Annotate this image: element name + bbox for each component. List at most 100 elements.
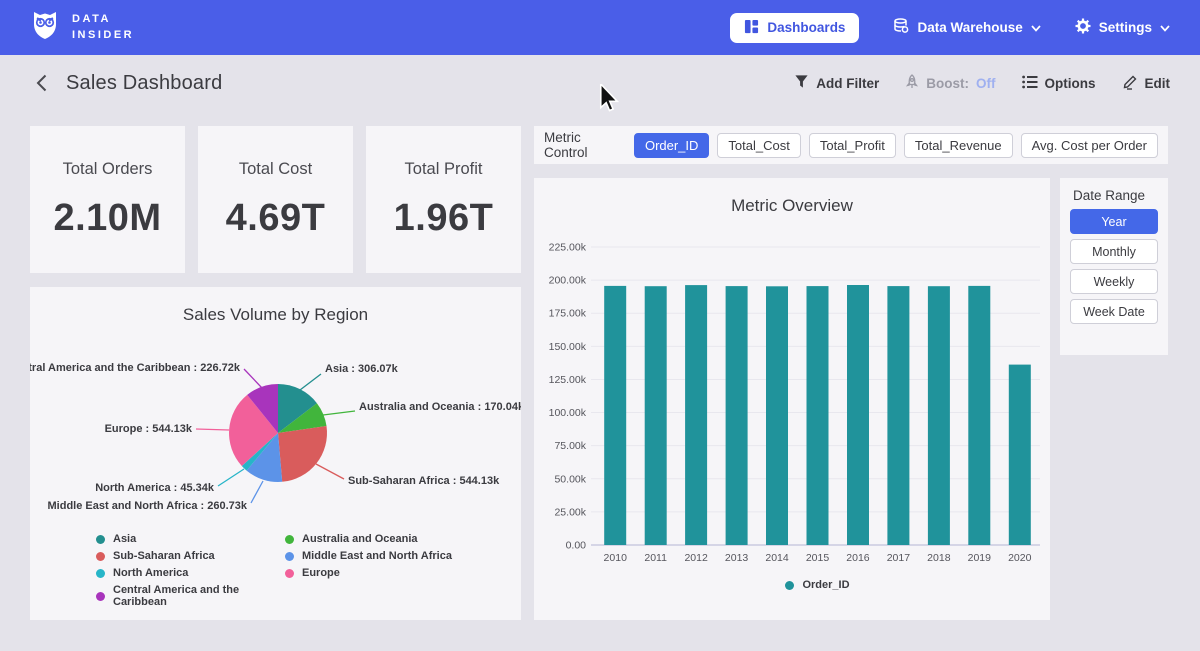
legend-dot	[285, 535, 294, 544]
date-range-monthly[interactable]: Monthly	[1070, 239, 1158, 264]
pie-slice-sub-saharan-africa[interactable]	[278, 426, 327, 482]
pie-label: Europe : 544.13k	[105, 423, 193, 435]
x-axis-tick: 2019	[968, 552, 992, 564]
x-axis-tick: 2014	[765, 552, 789, 564]
pie-callout-line	[300, 374, 321, 390]
date-range-weekly[interactable]: Weekly	[1070, 269, 1158, 294]
data-warehouse-menu[interactable]: Data Warehouse	[893, 18, 1040, 37]
legend-dot	[96, 592, 105, 601]
top-navbar: DATA INSIDER Dashboards	[0, 0, 1200, 55]
legend-item-sub-saharan-africa[interactable]: Sub-Saharan Africa	[96, 550, 285, 562]
boost-toggle[interactable]: Boost: Off	[905, 74, 995, 93]
bar-chart-legend: Order_ID	[595, 579, 1040, 591]
add-filter-button[interactable]: Add Filter	[794, 74, 879, 92]
page-header: Sales Dashboard Add Filter Boost: Off	[0, 55, 1200, 111]
legend-item-middle-east-and-north-africa[interactable]: Middle East and North Africa	[285, 550, 452, 562]
kpi-label: Total Profit	[405, 160, 483, 179]
y-axis-tick: 25.00k	[554, 506, 586, 518]
date-range-year[interactable]: Year	[1070, 209, 1158, 234]
metric-options: Order_ID Total_Cost Total_Profit Total_Reve…	[634, 133, 1158, 158]
legend-label: Australia and Oceania	[302, 533, 418, 545]
metric-option-total_cost[interactable]: Total_Cost	[717, 133, 800, 158]
y-axis-tick: 50.00k	[554, 473, 586, 485]
date-range-week-date[interactable]: Week Date	[1070, 299, 1158, 324]
y-axis-tick: 200.00k	[549, 275, 587, 287]
legend-item-central-america-and-the-caribbean[interactable]: Central America and the Caribbean	[96, 584, 285, 608]
y-axis-tick: 0.00	[566, 540, 587, 552]
boost-state: Off	[976, 76, 996, 91]
back-button[interactable]	[30, 72, 52, 94]
bar-chart[interactable]: 225.00k200.00k175.00k150.00k125.00k100.0…	[534, 178, 1050, 620]
kpi-card-total-orders: Total Orders2.10M	[30, 126, 185, 273]
date-range-options: Year Monthly Weekly Week Date	[1070, 209, 1158, 324]
metric-option-total_revenue[interactable]: Total_Revenue	[904, 133, 1013, 158]
bar-2017[interactable]	[887, 286, 909, 545]
date-range-panel: Date Range YearMonthlyWeeklyWeek Date	[1060, 178, 1168, 355]
options-button[interactable]: Options	[1022, 75, 1096, 92]
settings-label: Settings	[1099, 20, 1152, 35]
pie-callout-line	[196, 429, 229, 430]
pie-legend: Asia Australia and Oceania Sub-Saharan Afr…	[96, 533, 452, 608]
bar-2019[interactable]	[968, 286, 990, 545]
database-icon	[893, 18, 909, 37]
bar-2011[interactable]	[645, 286, 667, 545]
page-title: Sales Dashboard	[66, 72, 222, 95]
gear-icon	[1075, 18, 1091, 37]
x-axis-tick: 2020	[1008, 552, 1032, 564]
legend-label: Order_ID	[802, 579, 849, 591]
legend-item-australia-and-oceania[interactable]: Australia and Oceania	[285, 533, 452, 545]
legend-dot	[96, 552, 105, 561]
pie-label: Central America and the Caribbean : 226.…	[30, 362, 241, 374]
x-axis-tick: 2016	[846, 552, 870, 564]
legend-dot	[96, 569, 105, 578]
legend-item-europe[interactable]: Europe	[285, 567, 452, 579]
pencil-icon	[1122, 74, 1138, 93]
bar-2016[interactable]	[847, 285, 869, 545]
bar-2018[interactable]	[928, 286, 950, 545]
metric-option-total_profit[interactable]: Total_Profit	[809, 133, 896, 158]
legend-item-north-america[interactable]: North America	[96, 567, 285, 579]
legend-label: Europe	[302, 567, 340, 579]
legend-label: Sub-Saharan Africa	[113, 550, 215, 562]
dashboards-button[interactable]: Dashboards	[730, 13, 859, 43]
edit-button[interactable]: Edit	[1122, 74, 1171, 93]
pie-label: Australia and Oceania : 170.04k	[359, 401, 521, 413]
brand-name: DATA INSIDER	[72, 12, 134, 44]
x-axis-tick: 2017	[887, 552, 911, 564]
metric-option-order_id[interactable]: Order_ID	[634, 133, 709, 158]
metric-control-label: Metric Control	[544, 130, 622, 160]
bar-2015[interactable]	[807, 286, 829, 545]
kpi-label: Total Cost	[239, 160, 312, 179]
legend-dot	[285, 569, 294, 578]
dashboard-grid-icon	[744, 19, 759, 37]
legend-label: Asia	[113, 533, 136, 545]
bar-2014[interactable]	[766, 286, 788, 545]
brand[interactable]: DATA INSIDER	[30, 9, 134, 46]
pie-label: Asia : 306.07k	[325, 363, 399, 375]
x-axis-tick: 2010	[604, 552, 628, 564]
bar-2020[interactable]	[1009, 365, 1031, 545]
settings-menu[interactable]: Settings	[1075, 18, 1170, 37]
funnel-icon	[794, 74, 809, 92]
bar-2010[interactable]	[604, 286, 626, 545]
chevron-down-icon	[1160, 20, 1170, 35]
y-axis-tick: 75.00k	[554, 440, 586, 452]
kpi-value: 2.10M	[53, 197, 161, 240]
owl-logo-icon	[30, 9, 60, 46]
legend-dot	[285, 552, 294, 561]
y-axis-tick: 225.00k	[549, 242, 587, 254]
pie-callout-line	[244, 369, 262, 388]
bar-2013[interactable]	[726, 286, 748, 545]
data-warehouse-label: Data Warehouse	[917, 20, 1022, 35]
pie-label: Middle East and North Africa : 260.73k	[48, 500, 248, 512]
legend-dot	[785, 581, 794, 590]
bar-chart-panel: Metric Overview 225.00k200.00k175.00k150…	[534, 178, 1050, 620]
legend-dot	[96, 535, 105, 544]
metric-option-avg--cost-per-order[interactable]: Avg. Cost per Order	[1021, 133, 1158, 158]
legend-item-asia[interactable]: Asia	[96, 533, 285, 545]
x-axis-tick: 2018	[927, 552, 951, 564]
pie-chart-panel: Sales Volume by Region Asia : 306.07kAus…	[30, 287, 521, 620]
pie-callout-line	[316, 464, 344, 479]
x-axis-tick: 2013	[725, 552, 749, 564]
bar-2012[interactable]	[685, 285, 707, 545]
